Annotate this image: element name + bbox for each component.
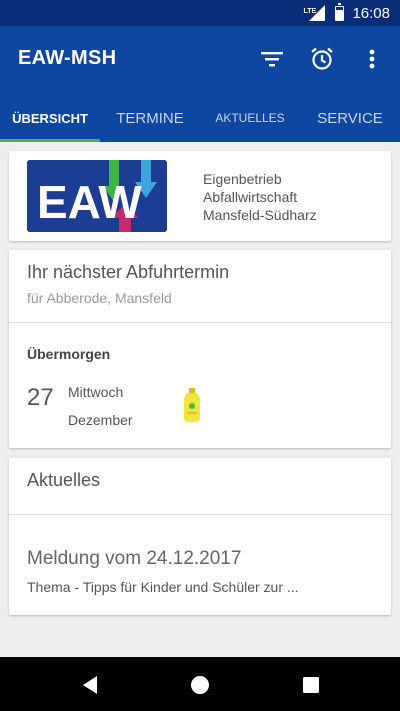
status-time: 16:08	[352, 4, 390, 22]
news-card[interactable]: Aktuelles Meldung vom 24.12.2017 Thema -…	[9, 458, 391, 615]
more-vert-icon	[369, 49, 375, 69]
pickup-day-number: 27	[27, 384, 54, 411]
home-icon	[191, 676, 209, 694]
overview-content: EAW Eigenbetrieb Abfallwirtschaft Mansfe…	[0, 142, 400, 657]
network-type: LTE	[303, 8, 317, 15]
more-options-button[interactable]	[358, 42, 386, 76]
tab-uebersicht[interactable]: ÜBERSICHT	[0, 94, 100, 142]
alarm-icon	[311, 47, 333, 70]
alarm-button[interactable]	[308, 42, 336, 76]
organization-name: Eigenbetrieb Abfallwirtschaft Mansfeld-S…	[203, 170, 317, 224]
pickup-month: Dezember	[68, 412, 133, 428]
tab-service[interactable]: SERVICE	[300, 94, 400, 142]
battery-icon	[335, 2, 345, 21]
next-pickup-card[interactable]: Ihr nächster Abfuhrtermin für Abberode, …	[9, 250, 391, 448]
tab-bar: ÜBERSICHT TERMINE AKTUELLES SERVICE	[0, 94, 400, 142]
recents-button[interactable]	[299, 673, 323, 697]
signal-icon: LTE	[303, 4, 327, 22]
next-pickup-title: Ihr nächster Abfuhrtermin	[27, 262, 230, 282]
recents-icon	[303, 677, 319, 693]
divider	[9, 322, 391, 323]
back-icon	[83, 676, 97, 694]
relative-day-label: Übermorgen	[27, 346, 111, 362]
org-line-1: Eigenbetrieb	[203, 171, 282, 187]
filter-button[interactable]	[258, 42, 286, 76]
eaw-logo: EAW	[27, 160, 167, 232]
organization-card: EAW Eigenbetrieb Abfallwirtschaft Mansfe…	[9, 151, 391, 241]
news-header: Aktuelles	[27, 470, 101, 490]
tab-termine[interactable]: TERMINE	[100, 94, 200, 142]
pickup-weekday: Mittwoch	[68, 384, 124, 400]
pickup-location: für Abberode, Mansfeld	[27, 290, 172, 306]
home-button[interactable]	[188, 673, 212, 697]
app-bar: EAW-MSH	[0, 26, 400, 94]
news-item-title[interactable]: Meldung vom 24.12.2017	[27, 548, 241, 570]
org-line-2: Abfallwirtschaft	[203, 189, 298, 205]
news-item-subtitle[interactable]: Thema - Tipps für Kinder und Schüler zur…	[27, 579, 299, 595]
org-line-3: Mansfeld-Südharz	[203, 207, 317, 223]
back-button[interactable]	[78, 673, 102, 697]
divider	[9, 514, 391, 515]
yellow-bag-icon	[184, 388, 200, 422]
system-nav-bar	[0, 657, 400, 711]
tab-aktuelles[interactable]: AKTUELLES	[200, 94, 300, 142]
app-title: EAW-MSH	[18, 47, 117, 69]
svg-text:EAW: EAW	[37, 176, 142, 228]
status-bar: LTE 16:08	[0, 0, 400, 26]
filter-icon	[261, 52, 283, 67]
